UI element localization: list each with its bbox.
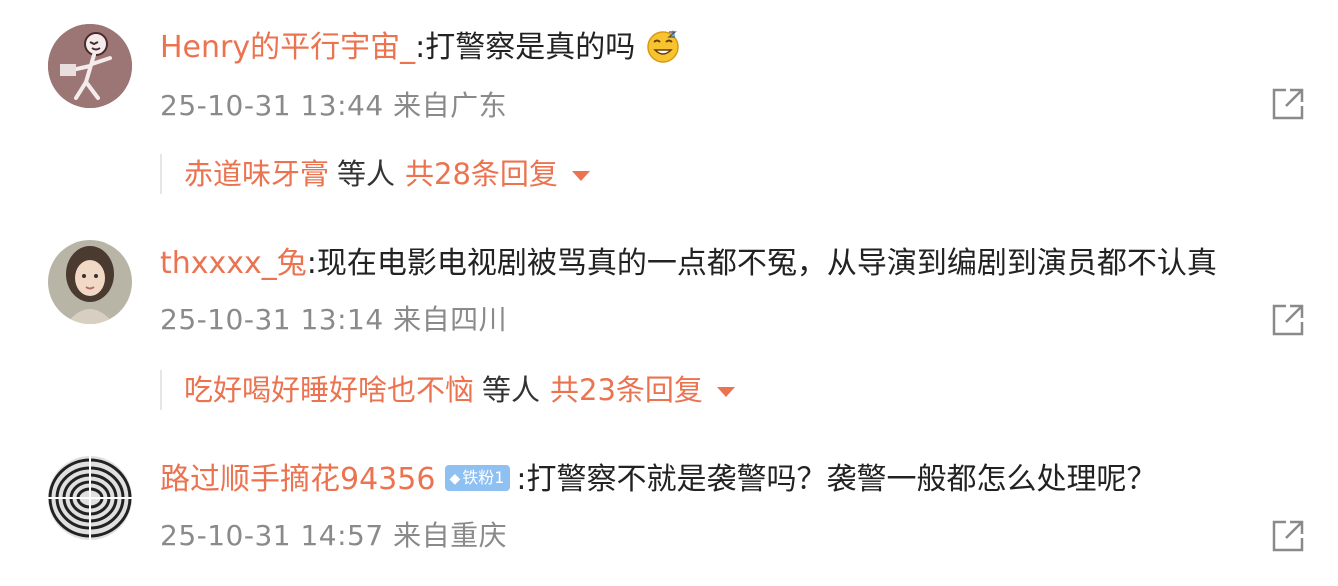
reply-count-link[interactable]: 共28条回复 xyxy=(405,157,558,191)
username-link[interactable]: thxxxx_兔 xyxy=(160,246,307,281)
reply-summary[interactable]: 赤道味牙膏 等人 共28条回复 xyxy=(160,154,590,194)
avatar-stickman-icon xyxy=(48,24,132,108)
caret-down-icon[interactable] xyxy=(716,387,735,397)
avatar-portrait-icon xyxy=(48,240,132,324)
username-link[interactable]: Henry的平行宇宙_ xyxy=(160,30,415,65)
reply-count-link[interactable]: 共23条回复 xyxy=(550,373,703,407)
share-icon[interactable] xyxy=(1270,518,1306,554)
avatar[interactable] xyxy=(48,456,132,540)
reply-user-link[interactable]: 赤道味牙膏 xyxy=(184,157,329,191)
comment-content: Henry的平行宇宙_:打警察是真的吗 xyxy=(160,28,681,68)
fan-badge[interactable]: ◆ 铁粉1 xyxy=(445,464,511,491)
avatar-pattern-icon xyxy=(48,456,132,540)
comment-content: 路过顺手摘花94356 ◆ 铁粉1:打警察不就是袭警吗？袭警一般都怎么处理呢？ xyxy=(160,460,1157,500)
reply-user-link[interactable]: 吃好喝好睡好啥也不恼 xyxy=(184,373,474,407)
username-link[interactable]: 路过顺手摘花94356 xyxy=(160,462,435,497)
avatar[interactable] xyxy=(48,240,132,324)
reply-etc-label: 等人 xyxy=(482,373,541,407)
sweat-grin-emoji-icon xyxy=(645,28,681,64)
diamond-icon: ◆ xyxy=(449,470,461,487)
share-icon[interactable] xyxy=(1270,302,1306,338)
fan-badge-label: 铁粉1 xyxy=(462,467,505,487)
caret-down-icon[interactable] xyxy=(571,171,590,181)
comment-meta: 25-10-31 13:14 来自四川 xyxy=(160,303,508,336)
comment-meta: 25-10-31 13:44 来自广东 xyxy=(160,89,508,122)
comment-text: :打警察不就是袭警吗？袭警一般都怎么处理呢？ xyxy=(516,462,1157,497)
comment-content: thxxxx_兔:现在电影电视剧被骂真的一点都不冤，从导演到编剧到演员都不认真 xyxy=(160,244,1217,284)
comment-text: :打警察是真的吗 xyxy=(415,30,636,65)
avatar[interactable] xyxy=(48,24,132,108)
share-icon[interactable] xyxy=(1270,86,1306,122)
comment-meta: 25-10-31 14:57 来自重庆 xyxy=(160,519,508,552)
comment-text: :现在电影电视剧被骂真的一点都不冤，从导演到编剧到演员都不认真 xyxy=(306,246,1217,281)
reply-etc-label: 等人 xyxy=(337,157,396,191)
reply-summary[interactable]: 吃好喝好睡好啥也不恼 等人 共23条回复 xyxy=(160,370,735,410)
